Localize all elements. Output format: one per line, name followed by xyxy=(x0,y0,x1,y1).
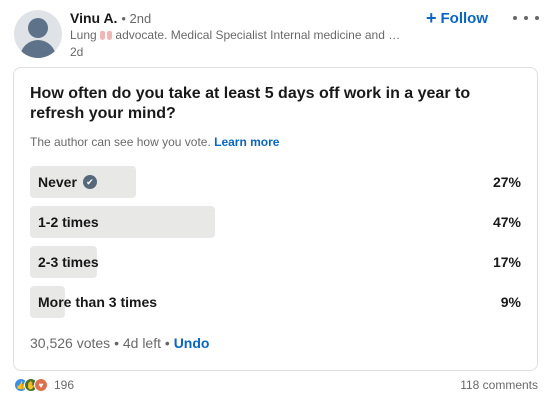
social-counts: 👍 ✋ ♥ 196 118 comments xyxy=(14,378,538,394)
privacy-text: The author can see how you vote. xyxy=(30,135,211,149)
option-text: 1-2 times xyxy=(38,214,99,230)
separator: • xyxy=(164,335,174,351)
plus-icon: + xyxy=(426,8,437,28)
poll-option-more-than-3-times[interactable]: More than 3 times 9% xyxy=(30,286,521,318)
option-text: Never xyxy=(38,174,77,190)
avatar-head-shape xyxy=(28,18,48,38)
author-name[interactable]: Vinu A. xyxy=(70,10,117,26)
poll-option-percent: 9% xyxy=(500,294,521,310)
poll-option-label: 2-3 times xyxy=(38,246,99,278)
headline-part-1: Lung xyxy=(70,28,97,42)
poll-option-percent: 27% xyxy=(492,174,521,190)
follow-button[interactable]: + Follow xyxy=(426,8,488,28)
option-text: 2-3 times xyxy=(38,254,99,270)
vote-count: 30,526 votes xyxy=(30,335,111,351)
poll-option-label: Never ✔ xyxy=(38,166,97,198)
post-header: Vinu A. • 2nd Lung advocate. Medical Spe… xyxy=(14,8,539,60)
author-headline: Lung advocate. Medical Specialist Intern… xyxy=(70,28,410,42)
love-icon: ♥ xyxy=(34,378,48,392)
poll-option-percent: 17% xyxy=(492,254,521,270)
poll-option-label: 1-2 times xyxy=(38,206,99,238)
follow-label: Follow xyxy=(440,9,489,27)
more-options-icon[interactable] xyxy=(513,10,539,26)
poll-option-label: More than 3 times xyxy=(38,286,157,318)
poll-option-never[interactable]: Never ✔ 27% xyxy=(30,166,521,198)
comments-count[interactable]: 118 comments xyxy=(460,378,538,392)
poll-option-percent: 47% xyxy=(492,214,521,230)
poll-card: How often do you take at least 5 days of… xyxy=(13,67,538,371)
reaction-count: 196 xyxy=(54,378,75,392)
poll-privacy-note: The author can see how you vote. Learn m… xyxy=(30,135,279,149)
connection-degree: • 2nd xyxy=(121,11,152,26)
dot xyxy=(524,16,528,20)
poll-question: How often do you take at least 5 days of… xyxy=(30,85,471,122)
poll-meta: 30,526 votes • 4d left • Undo xyxy=(30,335,209,351)
undo-button[interactable]: Undo xyxy=(174,335,210,351)
selected-check-icon: ✔ xyxy=(82,175,97,189)
dot xyxy=(535,16,539,20)
learn-more-link[interactable]: Learn more xyxy=(214,135,279,149)
reactions-summary[interactable]: 👍 ✋ ♥ 196 xyxy=(14,378,74,392)
author-line: Vinu A. • 2nd xyxy=(70,10,151,26)
dot xyxy=(513,16,517,20)
post-time: 2d xyxy=(70,45,84,59)
degree-value: 2nd xyxy=(129,11,152,26)
avatar[interactable] xyxy=(14,10,62,58)
separator: • xyxy=(114,335,123,351)
avatar-body-shape xyxy=(20,40,56,58)
poll-option-1-2-times[interactable]: 1-2 times 47% xyxy=(30,206,521,238)
time-left: 4d left xyxy=(122,335,161,351)
option-text: More than 3 times xyxy=(38,294,158,310)
lungs-icon xyxy=(100,30,113,40)
poll-option-2-3-times[interactable]: 2-3 times 17% xyxy=(30,246,521,278)
headline-part-2: advocate. Medical Specialist Internal me… xyxy=(115,28,401,42)
